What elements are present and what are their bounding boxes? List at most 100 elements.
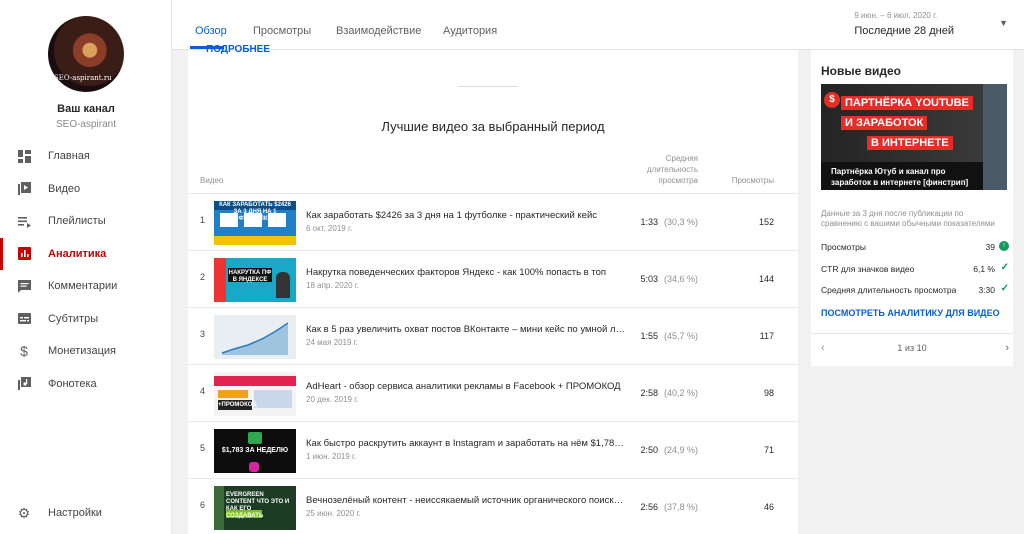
metric-label: CTR для значков видео (821, 264, 915, 274)
column-header-duration[interactable]: Средняя длительность просмотра (626, 153, 698, 186)
thumbnail-text-line-3: В ИНТЕРНЕТЕ (867, 136, 953, 150)
video-date: 24 мая 2019 г. (306, 338, 358, 347)
video-library-icon (17, 182, 31, 196)
arrow-up-icon: ↑ (999, 241, 1009, 251)
column-header-video: Видео (200, 176, 224, 185)
tab-audience[interactable]: Аудитория (443, 25, 497, 37)
table-row[interactable]: 3 Как в 5 раз увеличить охват постов ВКо… (188, 307, 798, 364)
video-thumbnail[interactable]: НАКРУТКА ПФ В ЯНДЕКСЕ (214, 258, 296, 302)
sidebar-item-analytics[interactable]: Аналитика (0, 237, 171, 271)
sidebar-item-label: Фонотека (48, 377, 97, 390)
metric-ctr: CTR для значков видео 6,1 % ✓ (821, 262, 1011, 274)
period-selector[interactable]: 9 июн. – 6 июл. 2020 г. Последние 28 дне… (854, 11, 954, 37)
video-title[interactable]: AdHeart - обзор сервиса аналитики реклам… (306, 381, 626, 392)
new-videos-title: Новые видео (821, 64, 902, 78)
table-row[interactable]: 4 +ПРОМОКОД AdHeart - обзор сервиса анал… (188, 364, 798, 421)
sidebar-item-subtitles[interactable]: Субтитры (0, 303, 171, 336)
video-thumbnail[interactable]: +ПРОМОКОД (214, 372, 296, 416)
video-title[interactable]: Вечнозелёный контент - неиссякаемый исто… (306, 495, 626, 506)
comment-icon (17, 279, 31, 293)
duration-percent: (24,9 %) (663, 445, 698, 455)
sidebar-item-playlists[interactable]: Плейлисты (0, 205, 171, 238)
sidebar-item-label: Монетизация (48, 345, 116, 358)
sidebar-item-videos[interactable]: Видео (0, 173, 171, 206)
check-icon: ✓ (1000, 283, 1009, 294)
table-row[interactable]: 1 КАК ЗАРАБОТАТЬ $2426 ЗА 3 ДНЯ НА 1 ФУТ… (188, 193, 798, 250)
sidebar-item-label: Комментарии (48, 280, 118, 293)
thumbnail-text-line-1: ПАРТНЁРКА YOUTUBE (841, 96, 973, 110)
channel-subtitle: SEO-aspirant (55, 119, 117, 130)
check-icon: ✓ (1000, 262, 1009, 273)
avatar[interactable]: SEO-aspirant.ru (48, 16, 124, 92)
row-rank: 3 (200, 329, 206, 339)
new-video-thumbnail[interactable]: $ ПАРТНЁРКА YOUTUBE И ЗАРАБОТОК В ИНТЕРН… (821, 84, 983, 164)
table-row[interactable]: 2 НАКРУТКА ПФ В ЯНДЕКСЕ Накрутка поведен… (188, 250, 798, 307)
dollar-logo-icon: $ (824, 92, 840, 108)
duration-value: 2:56 (640, 502, 658, 512)
video-thumbnail[interactable]: EVERGREEN CONTENT ЧТО ЭТО И КАК ЕГО СОЗД… (214, 486, 296, 530)
comparison-note: Данные за 3 дня после публикации по срав… (821, 209, 995, 228)
avatar-watermark: SEO-aspirant.ru (54, 74, 112, 82)
new-video-caption[interactable]: Партнёрка Ютуб и канал про заработок в и… (821, 162, 983, 190)
views-count: 98 (763, 388, 774, 398)
chevron-down-icon[interactable]: ▼ (999, 18, 1008, 28)
metric-label: Просмотры (821, 242, 866, 252)
duration-percent: (34,6 %) (663, 274, 698, 284)
section-title: Лучшие видео за выбранный период (381, 119, 605, 134)
video-date: 18 апр. 2020 г. (306, 281, 359, 290)
pager-count: 1 из 10 (897, 343, 927, 353)
avg-view-duration: 2:56 (37,8 %) (608, 502, 698, 512)
duration-value: 1:33 (640, 217, 658, 227)
top-videos-card: ПОДРОБНЕЕ Лучшие видео за выбранный пери… (188, 44, 798, 534)
tab-views[interactable]: Просмотры (253, 25, 311, 37)
duration-value: 2:50 (640, 445, 658, 455)
table-row[interactable]: 5 $1,783 ЗА НЕДЕЛЮ Как быстро раскрутить… (188, 421, 798, 478)
thumbnail-text: $1,783 ЗА НЕДЕЛЮ (221, 447, 289, 454)
tab-engagement[interactable]: Взаимодействие (336, 25, 421, 37)
sidebar-item-label: Настройки (48, 507, 102, 519)
duration-percent: (45,7 %) (663, 331, 698, 341)
more-link[interactable]: ПОДРОБНЕЕ (206, 44, 270, 55)
channel-title[interactable]: Ваш канал (0, 103, 172, 115)
video-thumbnail[interactable]: КАК ЗАРАБОТАТЬ $2426 ЗА 3 ДНЯ НА 1 ФУТБО… (214, 201, 296, 245)
sidebar-item-monetization[interactable]: $ Монетизация (0, 335, 171, 368)
sidebar-item-settings[interactable]: ⚙ Настройки (0, 497, 171, 529)
metric-value: 39 (985, 242, 995, 252)
sidebar-item-comments[interactable]: Комментарии (0, 270, 171, 303)
views-count: 117 (759, 331, 774, 341)
video-title[interactable]: Как быстро раскрутить аккаунт в Instagra… (306, 438, 626, 449)
video-date: 25 июн. 2020 г. (306, 509, 361, 518)
subtitles-icon (17, 312, 31, 326)
sidebar-item-label: Видео (48, 182, 81, 195)
view-video-analytics-link[interactable]: ПОСМОТРЕТЬ АНАЛИТИКУ ДЛЯ ВИДЕО (821, 308, 1000, 318)
chevron-right-icon[interactable]: › (1005, 342, 1009, 354)
analytics-tabs-bar: Обзор Просмотры Взаимодействие Аудитория… (172, 0, 1024, 50)
video-title[interactable]: Как в 5 раз увеличить охват постов ВКонт… (306, 324, 626, 335)
row-rank: 1 (200, 215, 206, 225)
avg-view-duration: 1:55 (45,7 %) (608, 331, 698, 341)
avg-view-duration: 1:33 (30,3 %) (608, 217, 698, 227)
video-thumbnail[interactable] (214, 315, 296, 359)
playlist-icon (17, 214, 31, 228)
avg-view-duration: 2:50 (24,9 %) (608, 445, 698, 455)
row-rank: 5 (200, 443, 206, 453)
views-count: 46 (763, 502, 774, 512)
row-rank: 2 (200, 272, 206, 282)
dashboard-icon (17, 149, 31, 163)
video-title[interactable]: Как заработать $2426 за 3 дня на 1 футбо… (306, 210, 626, 221)
audio-library-icon (17, 377, 31, 391)
video-title[interactable]: Накрутка поведенческих факторов Яндекс -… (306, 267, 626, 278)
sidebar-item-label: Аналитика (48, 247, 107, 260)
thumbnail-side-strip (983, 84, 1007, 190)
column-header-views[interactable]: Просмотры (714, 176, 774, 185)
duration-percent: (30,3 %) (663, 217, 698, 227)
metric-value: 6,1 % (973, 264, 995, 274)
thumbnail-text: КАК ЗАРАБОТАТЬ $2426 ЗА 3 ДНЯ НА 1 ФУТБО… (219, 202, 291, 222)
video-date: 6 окт. 2019 г. (306, 224, 353, 233)
video-thumbnail[interactable]: $1,783 ЗА НЕДЕЛЮ (214, 429, 296, 473)
sidebar-item-audio-library[interactable]: Фонотека (0, 368, 171, 401)
tab-overview[interactable]: Обзор (195, 25, 227, 37)
sidebar-item-dashboard[interactable]: Главная (0, 140, 171, 173)
metric-label: Средняя длительность просмотра (821, 285, 957, 295)
table-row[interactable]: 6 EVERGREEN CONTENT ЧТО ЭТО И КАК ЕГО СО… (188, 478, 798, 534)
